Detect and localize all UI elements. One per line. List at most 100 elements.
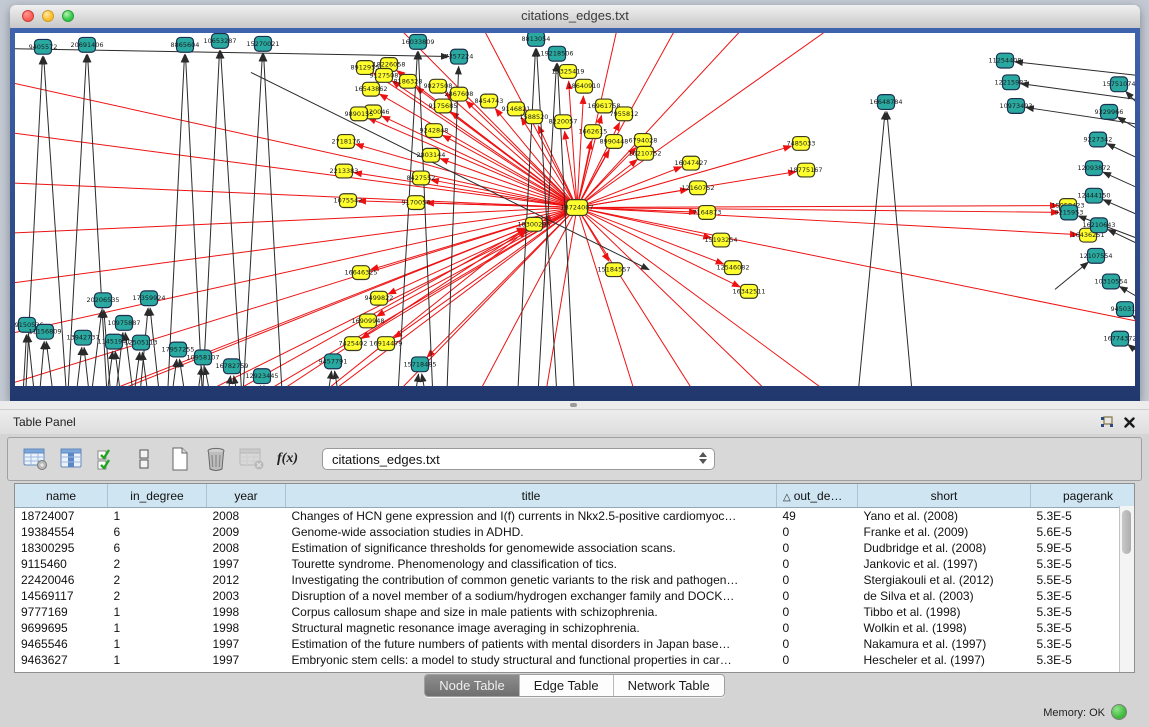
network-node[interactable]: 8813054 bbox=[522, 33, 551, 46]
network-node[interactable]: 15751074 bbox=[1102, 77, 1135, 92]
network-node[interactable]: 18775167 bbox=[789, 163, 822, 177]
tab-edge-table[interactable]: Edge Table bbox=[520, 675, 614, 696]
network-node[interactable]: 12107554 bbox=[1079, 248, 1112, 263]
network-node[interactable]: 20206535 bbox=[86, 293, 119, 308]
network-node[interactable]: 15193254 bbox=[704, 233, 737, 247]
column-header-out_degree[interactable]: △out_de… bbox=[777, 484, 858, 508]
network-canvas[interactable]: 1830029518226058891295591275081654386281… bbox=[15, 33, 1135, 386]
table-row[interactable]: 946362711997Embryonic stem cells: a mode… bbox=[15, 652, 1135, 668]
delete-table-icon[interactable] bbox=[238, 446, 265, 473]
network-node[interactable]: 16033809 bbox=[401, 34, 434, 49]
network-node[interactable]: 2803144 bbox=[417, 148, 446, 162]
column-header-pagerank[interactable]: pagerank bbox=[1031, 484, 1136, 508]
table-row[interactable]: 969969511998Structural magnetic resonanc… bbox=[15, 620, 1135, 636]
network-node[interactable]: 1662615 bbox=[579, 125, 608, 139]
network-node[interactable]: 9450312 bbox=[1111, 302, 1135, 317]
zoom-window-button[interactable] bbox=[62, 10, 74, 22]
create-column-icon[interactable] bbox=[166, 446, 193, 473]
network-node[interactable]: 9405572 bbox=[29, 39, 58, 54]
network-node[interactable]: 16210752 bbox=[628, 146, 661, 160]
network-node[interactable]: 7425402 bbox=[339, 337, 368, 351]
svg-text:12215987: 12215987 bbox=[994, 78, 1027, 86]
selection-mode-icon[interactable] bbox=[94, 446, 121, 473]
network-node[interactable]: 15184557 bbox=[597, 263, 630, 277]
column-header-year[interactable]: year bbox=[207, 484, 286, 508]
network-node[interactable]: 7485033 bbox=[787, 137, 816, 151]
table-scrollbar-thumb[interactable] bbox=[1122, 510, 1131, 554]
table-row[interactable]: 1456911722003Disruption of a novel membe… bbox=[15, 588, 1135, 604]
function-builder-icon[interactable]: f(x) bbox=[274, 446, 301, 473]
network-node[interactable]: 7357224 bbox=[445, 49, 474, 64]
table-selector-dropdown[interactable]: citations_edges.txt bbox=[322, 448, 715, 470]
window-titlebar[interactable]: citations_edges.txt bbox=[10, 5, 1140, 29]
network-node[interactable]: 18640910 bbox=[567, 79, 600, 93]
network-node[interactable]: 17359924 bbox=[132, 291, 165, 306]
column-header-in_degree[interactable]: in_degree bbox=[108, 484, 207, 508]
table-row[interactable]: 1938455462009Genome-wide association stu… bbox=[15, 524, 1135, 540]
network-node[interactable]: 15270021 bbox=[246, 36, 279, 51]
network-node[interactable]: 9457791 bbox=[319, 354, 348, 369]
table-row[interactable]: 2242004622012Investigating the contribut… bbox=[15, 572, 1135, 588]
table-scrollbar[interactable] bbox=[1119, 506, 1134, 672]
svg-text:16646325: 16646325 bbox=[344, 269, 377, 277]
close-panel-icon[interactable] bbox=[1124, 417, 1135, 428]
network-node[interactable]: 7164873 bbox=[693, 206, 722, 220]
column-header-short[interactable]: short bbox=[858, 484, 1031, 508]
svg-text:15270021: 15270021 bbox=[246, 40, 279, 48]
network-node[interactable]: 12160752 bbox=[681, 181, 714, 195]
network-node[interactable]: 12215987 bbox=[994, 75, 1027, 90]
network-node[interactable]: 16774372 bbox=[1103, 331, 1135, 346]
column-header-name[interactable]: name bbox=[15, 484, 108, 508]
svg-text:1075542: 1075542 bbox=[334, 197, 363, 205]
network-node[interactable]: 9170056 bbox=[402, 196, 431, 210]
network-node[interactable]: 11254408 bbox=[988, 53, 1021, 68]
network-node[interactable]: 16646325 bbox=[344, 266, 377, 280]
network-node[interactable]: 12923445 bbox=[245, 369, 278, 384]
split-pane-divider[interactable] bbox=[0, 401, 1149, 410]
table-row[interactable]: 977716911998Corpus callosum shape and si… bbox=[15, 604, 1135, 620]
minimize-window-button[interactable] bbox=[42, 10, 54, 22]
network-node[interactable]: 10975887 bbox=[107, 315, 140, 330]
network-node[interactable]: 10310554 bbox=[1094, 274, 1127, 289]
network-node[interactable]: 7955812 bbox=[610, 107, 639, 121]
network-node[interactable]: 9329966 bbox=[1095, 104, 1124, 119]
cell-name: 9115460 bbox=[15, 556, 108, 572]
table-mode-icon[interactable] bbox=[22, 446, 49, 473]
row-height-icon[interactable] bbox=[130, 446, 157, 473]
network-node[interactable]: 16342511 bbox=[732, 284, 765, 298]
network-node[interactable]: 8427552 bbox=[407, 171, 436, 185]
network-node[interactable]: 10653287 bbox=[203, 33, 236, 48]
network-node[interactable]: 2718176 bbox=[332, 135, 361, 149]
network-node[interactable]: 12546082 bbox=[716, 261, 749, 275]
svg-text:18640910: 18640910 bbox=[567, 82, 600, 90]
svg-text:8186328: 8186328 bbox=[394, 77, 423, 85]
network-node[interactable]: 15325419 bbox=[551, 65, 584, 79]
cell-year: 2012 bbox=[207, 572, 286, 588]
delete-column-icon[interactable] bbox=[202, 446, 229, 473]
network-node[interactable]: 16782759 bbox=[215, 359, 248, 374]
network-node[interactable]: 8865604 bbox=[171, 37, 200, 52]
table-row[interactable]: 946554611997Estimation of the future num… bbox=[15, 636, 1135, 652]
cell-title: Tourette syndrome. Phenomenology and cla… bbox=[286, 556, 777, 572]
close-window-button[interactable] bbox=[22, 10, 34, 22]
network-node[interactable]: 6794028 bbox=[629, 134, 658, 148]
column-header-title[interactable]: title bbox=[286, 484, 777, 508]
network-node[interactable]: 10973493 bbox=[999, 99, 1032, 114]
tab-node-table[interactable]: Node Table bbox=[425, 675, 520, 696]
cell-short: Wolkin et al. (1998) bbox=[858, 620, 1031, 636]
network-node[interactable]: 9499822 bbox=[365, 291, 394, 305]
network-node[interactable]: 8454743 bbox=[475, 94, 504, 108]
show-columns-icon[interactable] bbox=[58, 446, 85, 473]
network-node[interactable]: 8990448 bbox=[600, 135, 629, 149]
float-panel-icon[interactable] bbox=[1100, 416, 1114, 429]
network-node[interactable]: 16648784 bbox=[869, 95, 902, 110]
network-node[interactable]: 19218506 bbox=[540, 46, 573, 61]
tab-network-table[interactable]: Network Table bbox=[614, 675, 724, 696]
network-node[interactable]: 16914479 bbox=[369, 337, 402, 351]
table-row[interactable]: 1872400712008Changes of HCN gene express… bbox=[15, 508, 1135, 525]
network-node[interactable]: 1075542 bbox=[334, 194, 363, 208]
table-row[interactable]: 1830029562008Estimation of significance … bbox=[15, 540, 1135, 556]
network-node[interactable]: 9175685 bbox=[429, 99, 458, 113]
table-row[interactable]: 911546021997Tourette syndrome. Phenomeno… bbox=[15, 556, 1135, 572]
network-node[interactable]: 16543862 bbox=[354, 82, 387, 96]
